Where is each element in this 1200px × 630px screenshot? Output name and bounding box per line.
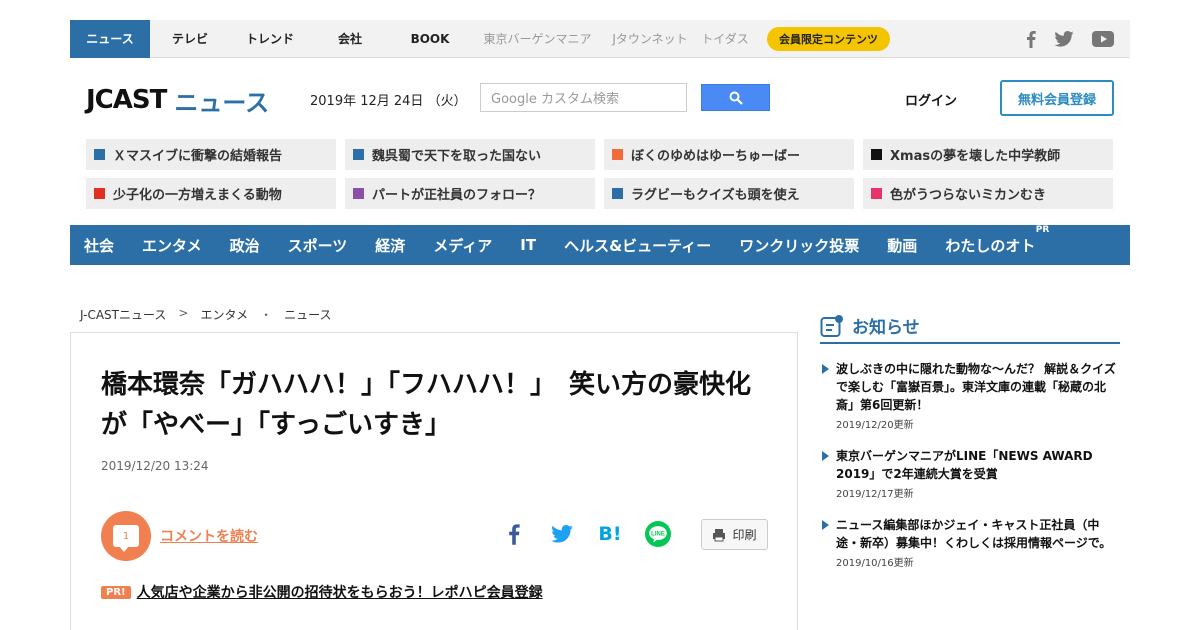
- tab-tokyo-bargain[interactable]: 東京バーゲンマニア: [470, 20, 605, 58]
- notice-list: 波しぶきの中に隠れた動物な～んだ？ 解説＆クイズで楽しむ「富嶽百景」。東洋文庫の…: [820, 360, 1120, 585]
- article-date: 2019/12/20 13:24: [101, 459, 209, 473]
- comment-button[interactable]: 1: [101, 511, 151, 561]
- print-button[interactable]: 印刷: [701, 519, 768, 550]
- trend-tag[interactable]: ぼくのゆめはゆーちゅーばー: [604, 139, 854, 170]
- trend-tag[interactable]: 魏呉蜀で天下を取った国ない: [345, 139, 595, 170]
- breadcrumb-separator: ・: [260, 308, 273, 322]
- trend-tag[interactable]: 少子化の一方増えまくる動物: [86, 178, 336, 209]
- print-label: 印刷: [732, 528, 757, 542]
- tab-toidas[interactable]: トイダス: [695, 20, 755, 58]
- category-society[interactable]: 社会: [84, 235, 114, 256]
- twitter-share-icon[interactable]: [549, 521, 575, 547]
- trend-tag[interactable]: ラグビーもクイズも頭を使え: [604, 178, 854, 209]
- tag-color-marker: [612, 149, 623, 160]
- search-input[interactable]: Google カスタム検索: [480, 83, 687, 112]
- category-it[interactable]: IT: [520, 236, 536, 254]
- tab-news[interactable]: ニュース: [70, 19, 150, 58]
- article-card: 橋本環奈「ガハハハ！」「フハハハ！」 笑い方の豪快化が「やべー」「すっごいすき」…: [70, 332, 798, 630]
- tab-book[interactable]: BOOK: [390, 20, 470, 58]
- category-economy[interactable]: 経済: [375, 235, 405, 256]
- breadcrumb-news[interactable]: ニュース: [284, 306, 331, 323]
- notice-date: 2019/12/20更新: [836, 420, 914, 431]
- category-watashino-oto[interactable]: わたしのオト PR: [945, 225, 1049, 256]
- share-buttons: B! LINE: [501, 521, 671, 547]
- youtube-icon[interactable]: [1092, 30, 1114, 47]
- trend-tags: Ｘマスイブに衝撃の結婚報告 魏呉蜀で天下を取った国ない ぼくのゆめはゆーちゅーば…: [86, 139, 1114, 209]
- triangle-bullet-icon: [822, 520, 829, 530]
- category-sports[interactable]: スポーツ: [288, 235, 348, 256]
- breadcrumb-separator: >: [178, 306, 189, 320]
- breadcrumb-entertainment[interactable]: エンタメ: [200, 306, 248, 323]
- notice-text[interactable]: 波しぶきの中に隠れた動物な～んだ？ 解説＆クイズで楽しむ「富嶽百景」。東洋文庫の…: [836, 360, 1120, 414]
- article-title: 橋本環奈「ガハハハ！」「フハハハ！」 笑い方の豪快化が「やべー」「すっごいすき」: [101, 370, 752, 440]
- tag-color-marker: [353, 188, 364, 199]
- category-one-click-vote[interactable]: ワンクリック投票: [739, 235, 859, 256]
- tag-color-marker: [871, 188, 882, 199]
- tag-color-marker: [94, 149, 105, 160]
- notice-item[interactable]: ニュース編集部ほかジェイ・キャスト正社員（中途・新卒）募集中！くわしくは採用情報…: [820, 516, 1120, 569]
- current-date: 2019年 12月 24日 （火）: [310, 94, 467, 109]
- tag-color-marker: [612, 188, 623, 199]
- printer-icon: [713, 528, 726, 541]
- breadcrumb-home[interactable]: J-CASTニュース: [80, 306, 166, 323]
- trend-tag[interactable]: Xmasの夢を壊した中学教師: [863, 139, 1113, 170]
- breadcrumb: J-CASTニュース > エンタメ ・ ニュース: [80, 306, 332, 323]
- login-link[interactable]: ログイン: [905, 90, 957, 109]
- tag-color-marker: [353, 149, 364, 160]
- pr-line: PR! 人気店や企業から非公開の招待状をもらおう！レポハピ会員登録: [101, 582, 543, 602]
- logo-news: ニュース: [174, 88, 270, 117]
- pr-badge: PR!: [101, 585, 131, 599]
- line-share-icon[interactable]: LINE: [645, 521, 671, 547]
- tab-jtown[interactable]: Jタウンネット: [605, 20, 695, 58]
- category-nav: 社会 エンタメ 政治 スポーツ 経済 メディア IT ヘルス&ビューティー ワン…: [70, 225, 1130, 265]
- social-links: [1026, 30, 1130, 48]
- trend-tag[interactable]: 色がうつらないミカンむき: [863, 178, 1113, 209]
- twitter-icon[interactable]: [1054, 30, 1074, 47]
- tab-trend[interactable]: トレンド: [230, 20, 310, 58]
- sidebar-heading-label: お知らせ: [852, 318, 920, 338]
- sidebar-heading: お知らせ: [820, 309, 1120, 344]
- notice-date: 2019/10/16更新: [836, 558, 914, 569]
- category-health-beauty[interactable]: ヘルス&ビューティー: [564, 235, 711, 256]
- category-entertainment[interactable]: エンタメ: [142, 235, 202, 256]
- category-politics[interactable]: 政治: [230, 235, 260, 256]
- member-content-button[interactable]: 会員限定コンテンツ: [767, 26, 890, 51]
- tag-color-marker: [871, 149, 882, 160]
- search-icon: [729, 91, 743, 105]
- line-label: LINE: [651, 531, 665, 537]
- top-nav: ニュース テレビ トレンド 会社 BOOK 東京バーゲンマニア Jタウンネット …: [70, 19, 1130, 58]
- notice-item[interactable]: 東京バーゲンマニアがLINE「NEWS AWARD 2019」で2年連続大賞を受…: [820, 447, 1120, 500]
- logo-jcast: JCAST: [86, 85, 167, 115]
- pr-link[interactable]: 人気店や企業から非公開の招待状をもらおう！レポハピ会員登録: [137, 582, 543, 602]
- comment-count: 1: [122, 530, 130, 542]
- facebook-share-icon[interactable]: [501, 521, 527, 547]
- trend-tag[interactable]: パートが正社員のフォロー？: [345, 178, 595, 209]
- register-button[interactable]: 無料会員登録: [1000, 80, 1114, 116]
- comment-icon: 1: [113, 525, 139, 552]
- site-logo[interactable]: JCAST ニュース: [86, 80, 269, 120]
- notice-text[interactable]: ニュース編集部ほかジェイ・キャスト正社員（中途・新卒）募集中！くわしくは採用情報…: [836, 516, 1120, 552]
- tab-tv[interactable]: テレビ: [150, 20, 230, 58]
- notice-text[interactable]: 東京バーゲンマニアがLINE「NEWS AWARD 2019」で2年連続大賞を受…: [836, 447, 1120, 483]
- triangle-bullet-icon: [822, 451, 829, 461]
- triangle-bullet-icon: [822, 364, 829, 374]
- notice-item[interactable]: 波しぶきの中に隠れた動物な～んだ？ 解説＆クイズで楽しむ「富嶽百景」。東洋文庫の…: [820, 360, 1120, 431]
- facebook-icon[interactable]: [1026, 30, 1036, 48]
- pr-badge: PR: [1035, 224, 1050, 235]
- notice-date: 2019/12/17更新: [836, 489, 914, 500]
- trend-tag[interactable]: Ｘマスイブに衝撃の結婚報告: [86, 139, 336, 170]
- category-video[interactable]: 動画: [887, 235, 917, 256]
- search-button[interactable]: [701, 84, 770, 111]
- read-comments-link[interactable]: コメントを読む: [160, 526, 258, 546]
- tab-company[interactable]: 会社: [310, 20, 390, 58]
- tag-color-marker: [94, 188, 105, 199]
- category-media[interactable]: メディア: [433, 235, 492, 256]
- hatena-bookmark-icon[interactable]: B!: [597, 521, 623, 547]
- notice-icon: [820, 314, 843, 337]
